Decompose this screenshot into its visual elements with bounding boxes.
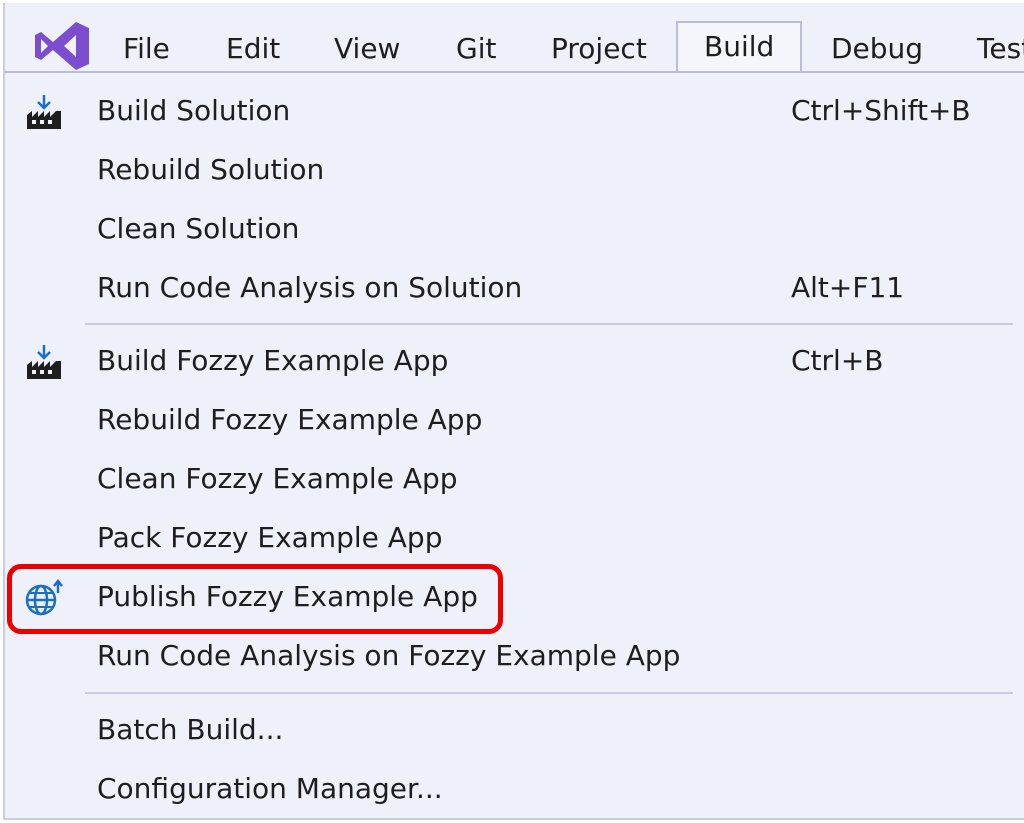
- menu-debug[interactable]: Debug: [831, 25, 923, 73]
- menu-separator: [85, 323, 1013, 325]
- visual-studio-window: File Edit View Git Project Build Debug T…: [3, 3, 1024, 820]
- build-icon: [27, 95, 61, 129]
- highlight-annotation-box: [7, 564, 503, 634]
- menu-git[interactable]: Git: [456, 25, 496, 73]
- menu-item-label: Rebuild Fozzy Example App: [97, 403, 483, 436]
- shortcut-label: Alt+F11: [791, 271, 905, 304]
- menu-build[interactable]: Build: [676, 21, 802, 73]
- menu-item-label: Batch Build...: [97, 713, 284, 746]
- visual-studio-logo-icon: [35, 22, 89, 70]
- menu-item-rebuild-project[interactable]: Rebuild Fozzy Example App: [5, 392, 1024, 448]
- build-menu-dropdown: Build Solution Ctrl+Shift+B Rebuild Solu…: [5, 71, 1024, 818]
- menu-item-configuration-manager[interactable]: Configuration Manager...: [5, 761, 1024, 817]
- menu-item-batch-build[interactable]: Batch Build...: [5, 702, 1024, 758]
- menu-item-build-project[interactable]: Build Fozzy Example App Ctrl+B: [5, 333, 1024, 389]
- menu-item-label: Configuration Manager...: [97, 772, 443, 805]
- menu-item-rebuild-solution[interactable]: Rebuild Solution: [5, 142, 1024, 198]
- menu-item-label: Rebuild Solution: [97, 153, 325, 186]
- menu-item-label: Run Code Analysis on Fozzy Example App: [97, 639, 681, 672]
- menu-file[interactable]: File: [123, 25, 170, 73]
- menu-item-build-solution[interactable]: Build Solution Ctrl+Shift+B: [5, 83, 1024, 139]
- menu-item-run-code-analysis-solution[interactable]: Run Code Analysis on Solution Alt+F11: [5, 260, 1024, 316]
- menu-view[interactable]: View: [334, 25, 400, 73]
- menu-item-run-code-analysis-project[interactable]: Run Code Analysis on Fozzy Example App: [5, 628, 1024, 684]
- menu-item-label: Build Solution: [97, 94, 291, 127]
- menu-item-clean-solution[interactable]: Clean Solution: [5, 201, 1024, 257]
- menu-separator: [85, 692, 1013, 694]
- menu-item-label: Clean Solution: [97, 212, 300, 245]
- menu-item-pack-project[interactable]: Pack Fozzy Example App: [5, 510, 1024, 566]
- shortcut-label: Ctrl+Shift+B: [791, 94, 971, 127]
- menu-bar: File Edit View Git Project Build Debug T…: [5, 3, 1024, 73]
- menu-item-label: Run Code Analysis on Solution: [97, 271, 523, 304]
- menu-project[interactable]: Project: [551, 25, 647, 73]
- build-icon: [27, 345, 61, 379]
- menu-item-label: Build Fozzy Example App: [97, 344, 449, 377]
- menu-edit[interactable]: Edit: [226, 25, 280, 73]
- menu-item-clean-project[interactable]: Clean Fozzy Example App: [5, 451, 1024, 507]
- menu-item-label: Clean Fozzy Example App: [97, 462, 458, 495]
- menu-item-label: Pack Fozzy Example App: [97, 521, 443, 554]
- menu-test[interactable]: Test: [977, 25, 1024, 73]
- shortcut-label: Ctrl+B: [791, 344, 884, 377]
